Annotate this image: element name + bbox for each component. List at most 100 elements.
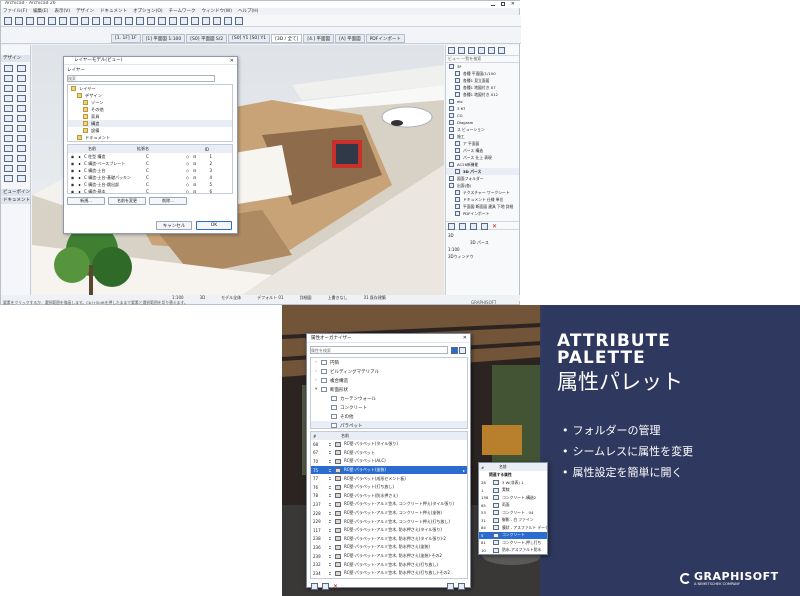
grid-icon[interactable] xyxy=(125,17,133,25)
export-icon[interactable] xyxy=(458,583,465,590)
layer-tree-item[interactable]: ゾーン xyxy=(68,99,232,106)
select-arrow-icon[interactable] xyxy=(4,17,12,25)
attribute-search-input[interactable] xyxy=(310,346,449,354)
stair-tool-icon[interactable] xyxy=(4,95,13,102)
attribute-tree-item[interactable]: その他 xyxy=(311,412,467,421)
attribute-tree-item[interactable]: › 円筒 xyxy=(311,358,467,367)
navigator-item[interactable]: 各種1 地図付き X7 xyxy=(446,84,519,91)
layer-action-button[interactable]: 新規... xyxy=(67,197,105,205)
door-tool-icon[interactable] xyxy=(4,105,13,112)
redo-icon[interactable] xyxy=(48,17,56,25)
layer-tree-item[interactable]: 家具 xyxy=(68,113,232,120)
text-tool-icon[interactable] xyxy=(4,155,13,162)
navigator-item[interactable]: 各種1 見立面図 xyxy=(446,77,519,84)
morph-tool-icon[interactable] xyxy=(17,135,26,142)
navigator-item[interactable]: 3D パース xyxy=(446,168,519,175)
pan-icon[interactable] xyxy=(70,17,78,25)
worksheet-icon[interactable] xyxy=(202,17,210,25)
chevron-right-icon[interactable]: › xyxy=(315,360,319,365)
related-row[interactable]: 31 御影 - 白 ファイン xyxy=(479,517,547,525)
attribute-tree-item[interactable]: › 複合構造 xyxy=(311,376,467,385)
import-icon[interactable] xyxy=(447,583,454,590)
delete-icon[interactable]: ✕ xyxy=(492,223,497,230)
new-folder-icon[interactable] xyxy=(311,583,318,590)
navigator-item[interactable]: テクスチャー ワークシート xyxy=(446,189,519,196)
curtain-wall-tool-icon[interactable] xyxy=(4,135,13,142)
navigator-item[interactable]: 各種1 地図付き X12 xyxy=(446,91,519,98)
intersection-icon[interactable]: ⊟ xyxy=(193,182,198,187)
navigator-item[interactable]: AC26新機能 xyxy=(446,161,519,168)
slab-tool-icon[interactable] xyxy=(17,75,26,82)
close-icon[interactable]: ✕ xyxy=(511,2,515,7)
menu-item[interactable]: 表示(V) xyxy=(54,8,70,15)
undo-icon[interactable] xyxy=(37,17,45,25)
menu-item[interactable]: ドキュメント xyxy=(100,8,127,15)
navigator-item[interactable]: パース 仕上 表現 xyxy=(446,154,519,161)
attribute-row[interactable]: 67 ⌶ RC壁-パラペット xyxy=(311,449,467,458)
attribute-row[interactable]: 68 ⌶ RC壁-パラペット(タイル張り) xyxy=(311,440,467,449)
attribute-delete-icon[interactable]: ✕ xyxy=(333,583,338,590)
pin-icon[interactable] xyxy=(498,47,505,54)
attribute-tree-item[interactable]: カーテンウォール xyxy=(311,394,467,403)
chevron-right-icon[interactable]: › xyxy=(315,378,319,383)
navigator-item[interactable]: パース 構造 xyxy=(446,147,519,154)
publisher-icon[interactable] xyxy=(478,47,485,54)
related-row[interactable]: 1 実線 xyxy=(479,487,547,495)
navigator-item[interactable]: 出面(各) xyxy=(446,182,519,189)
detail-icon[interactable] xyxy=(191,17,199,25)
beam-tool-icon[interactable] xyxy=(4,75,13,82)
navigator-item[interactable]: 施工 xyxy=(446,133,519,140)
wireframe-icon[interactable]: ◇ xyxy=(186,154,191,159)
attribute-dialog-close-icon[interactable]: ✕ xyxy=(463,335,467,341)
lock-icon[interactable]: ∎ xyxy=(77,175,82,180)
roof-tool-icon[interactable] xyxy=(4,85,13,92)
visibility-eye-icon[interactable]: ◉ xyxy=(70,189,75,193)
menu-item[interactable]: チームワーク xyxy=(169,8,196,15)
view-map-icon[interactable] xyxy=(458,47,465,54)
ok-button[interactable]: OK xyxy=(196,221,232,230)
layer-row[interactable]: ◉ ∎ C 構造-土台-跳出部 C ◇ ⊟ 5 xyxy=(68,181,232,188)
menu-item[interactable]: ファイル(F) xyxy=(3,8,27,15)
object-tool-icon[interactable] xyxy=(4,125,13,132)
lock-icon[interactable]: ∎ xyxy=(77,154,82,159)
layer-row[interactable]: ◉ ∎ C 構造-ベースプレート C ◇ ⊟ 2 xyxy=(68,160,232,167)
layer-tree-item[interactable]: 構造 xyxy=(68,120,232,127)
layer-tree-item[interactable]: 設備 xyxy=(68,127,232,134)
layer-search-input[interactable] xyxy=(67,75,215,82)
dimension-tool-icon[interactable] xyxy=(4,165,13,172)
navigator-item[interactable]: ス ビューション xyxy=(446,126,519,133)
lock-icon[interactable]: ∎ xyxy=(77,189,82,193)
magic-wand-icon[interactable] xyxy=(26,17,34,25)
attribute-row[interactable]: 234 ⌶ RC壁-パラペット-アルミ笠木, 防水押さえ(打ち放し)-その2 xyxy=(311,569,467,578)
navigator-item[interactable]: 平面図 断面図 建具 下地 詳細 xyxy=(446,203,519,210)
layer-row[interactable]: ◉ ∎ C 柱型 構造 C ◇ ⊟ 1 xyxy=(68,153,232,160)
project-map-icon[interactable] xyxy=(448,47,455,54)
visibility-eye-icon[interactable]: ◉ xyxy=(70,154,75,159)
attribute-tree-item[interactable]: パラペット xyxy=(311,421,467,428)
navigator-item[interactable]: PDFインポート xyxy=(446,210,519,217)
fill-tool-icon[interactable] xyxy=(17,165,26,172)
menu-item[interactable]: オプション(O) xyxy=(133,8,163,15)
tab-view[interactable]: [1. 1F] 1F xyxy=(111,34,141,43)
navigator-item[interactable]: 図面フォルダー xyxy=(446,175,519,182)
visibility-eye-icon[interactable]: ◉ xyxy=(70,161,75,166)
visibility-eye-icon[interactable]: ◉ xyxy=(70,175,75,180)
visibility-eye-icon[interactable]: ◉ xyxy=(70,168,75,173)
attribute-row[interactable]: 228 ⌶ RC壁-パラペット-アルミ笠木, コンクリート押え(塗装) xyxy=(311,509,467,518)
related-row[interactable]: 65 両面 xyxy=(479,502,547,510)
section-icon[interactable] xyxy=(169,17,177,25)
attribute-row[interactable]: 70 ⌶ RC壁-パラペット(ALC) xyxy=(311,457,467,466)
layer-row[interactable]: ◉ ∎ C 構造-土台 C ◇ ⊟ 3 xyxy=(68,167,232,174)
tab-view[interactable]: [3D / 全て] xyxy=(271,34,303,43)
intersection-icon[interactable]: ⊟ xyxy=(193,168,198,173)
layer-tree-item[interactable]: デザイン xyxy=(68,92,232,99)
attribute-tree-item[interactable]: コンクリート xyxy=(311,403,467,412)
window-tool-icon[interactable] xyxy=(17,105,26,112)
marquee-icon[interactable] xyxy=(15,17,23,25)
orbit-icon[interactable] xyxy=(81,17,89,25)
line-tool-icon[interactable] xyxy=(4,145,13,152)
layer-row[interactable]: ◉ ∎ C 構造-土台-基礎パッキン C ◇ ⊟ 4 xyxy=(68,174,232,181)
layer-tree-item[interactable]: レイヤー xyxy=(68,85,232,92)
navigator-item[interactable]: CG xyxy=(446,112,519,119)
organizer-icon[interactable] xyxy=(488,47,495,54)
